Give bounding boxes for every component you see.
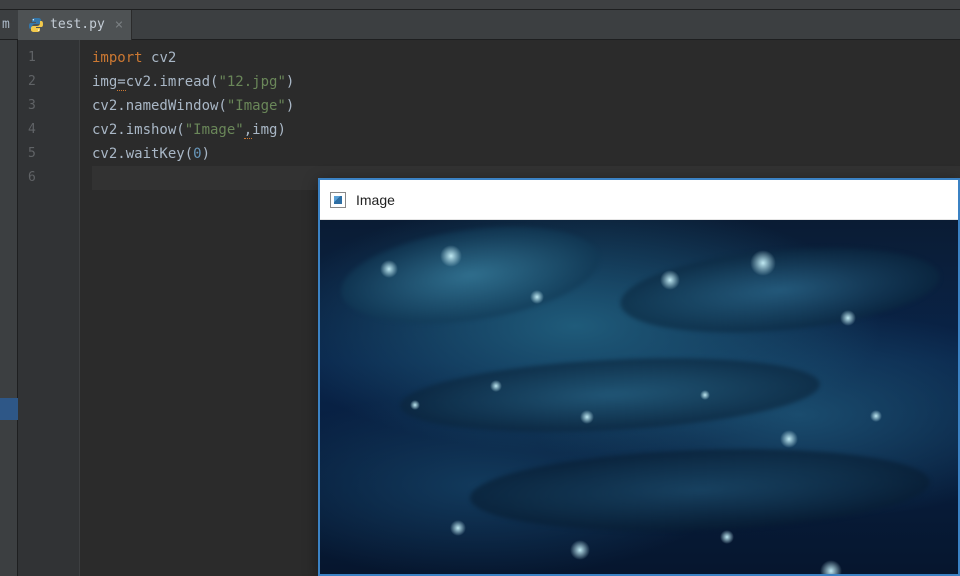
line-number: 5 — [18, 142, 79, 166]
sparkle — [750, 250, 776, 276]
sparkle — [700, 390, 710, 400]
app-icon — [330, 192, 346, 208]
editor-tab-bar: m test.py × — [0, 10, 960, 40]
image-window-content — [320, 220, 958, 574]
file-tab-name: test.py — [50, 17, 105, 32]
sparkle — [450, 520, 466, 536]
code-line: img=cv2.imread("12.jpg") — [92, 70, 960, 94]
sparkle — [580, 410, 594, 424]
sparkle — [570, 540, 590, 560]
wave-decoration — [469, 442, 932, 538]
left-marker-highlight — [0, 398, 18, 420]
sparkle — [720, 530, 734, 544]
sparkle — [870, 410, 882, 422]
code-line: cv2.waitKey(0) — [92, 142, 960, 166]
sparkle — [490, 380, 502, 392]
sparkle — [380, 260, 398, 278]
sparkle — [410, 400, 420, 410]
left-fragment-text: m — [0, 10, 18, 40]
sparkle — [660, 270, 680, 290]
sparkle — [440, 245, 462, 267]
line-number-gutter[interactable]: 1 2 3 4 5 6 — [18, 40, 80, 576]
image-window-title: Image — [356, 192, 395, 208]
sparkle — [820, 560, 842, 574]
image-window-title-bar[interactable]: Image — [320, 180, 958, 220]
line-number: 1 — [18, 46, 79, 70]
sparkle — [530, 290, 544, 304]
wave-decoration — [335, 220, 605, 338]
code-line: import cv2 — [92, 46, 960, 70]
line-number: 4 — [18, 118, 79, 142]
wave-decoration — [398, 349, 821, 441]
opencv-image-window[interactable]: Image — [318, 178, 960, 576]
code-line: cv2.imshow("Image",img) — [92, 118, 960, 142]
close-tab-icon[interactable]: × — [115, 17, 123, 33]
line-number: 3 — [18, 94, 79, 118]
sparkle — [780, 430, 798, 448]
top-border — [0, 0, 960, 10]
wave-decoration — [617, 236, 943, 344]
line-number: 2 — [18, 70, 79, 94]
code-line: cv2.namedWindow("Image") — [92, 94, 960, 118]
line-number: 6 — [18, 166, 79, 190]
file-tab-test-py[interactable]: test.py × — [18, 10, 132, 40]
python-file-icon — [28, 17, 44, 33]
left-tool-strip[interactable] — [0, 40, 18, 576]
sparkle — [840, 310, 856, 326]
